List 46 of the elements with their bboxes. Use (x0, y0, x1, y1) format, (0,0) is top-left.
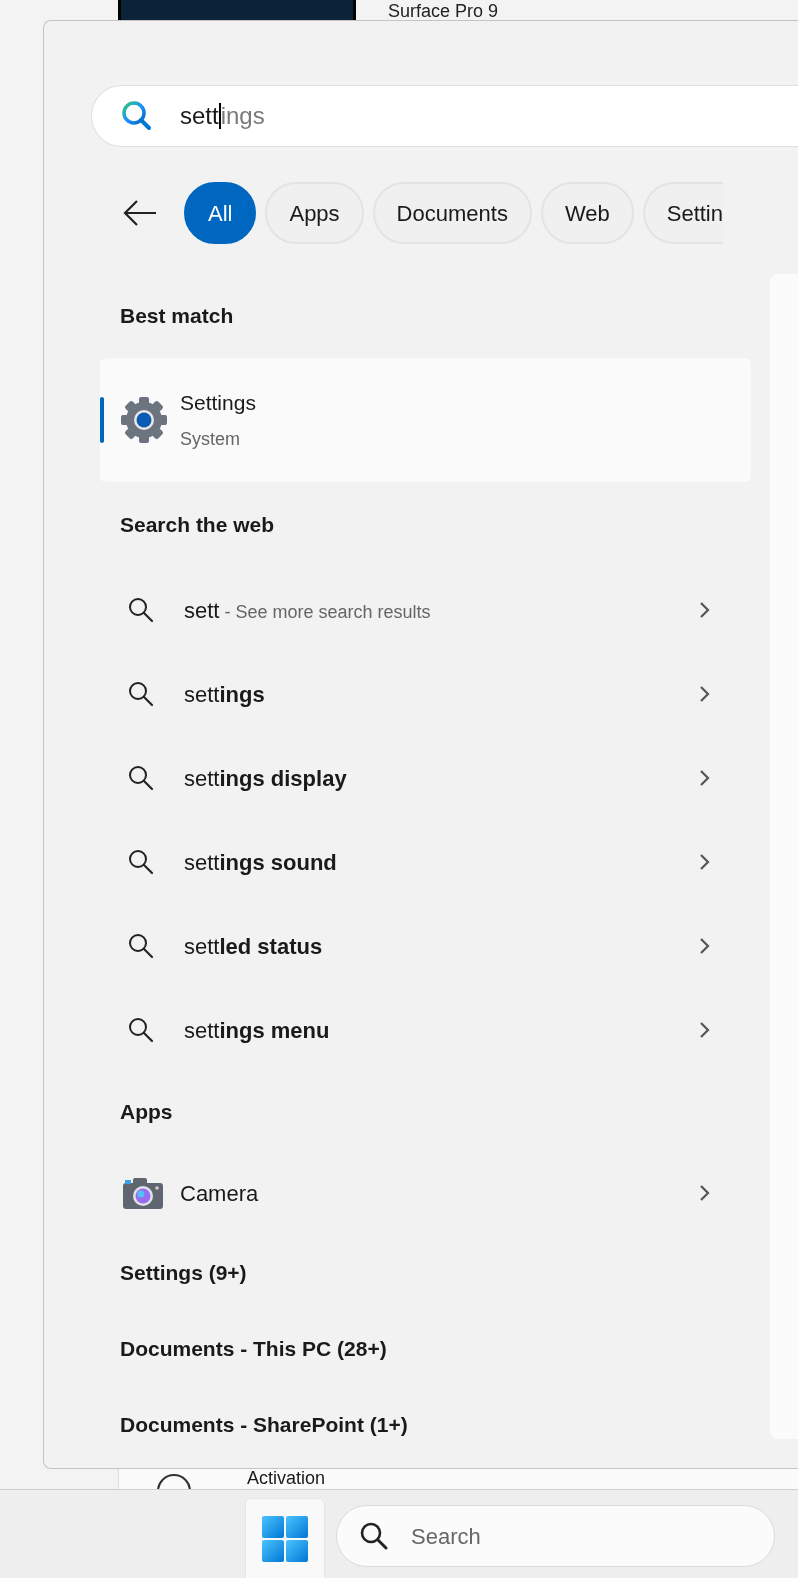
web-result[interactable]: settings menu (100, 988, 751, 1072)
search-icon (128, 849, 154, 875)
chevron-right-icon (699, 1184, 711, 1202)
search-icon (128, 681, 154, 707)
camera-icon (122, 1176, 164, 1210)
category-heading[interactable]: Documents - This PC (28+) (100, 1311, 751, 1387)
web-result[interactable]: sett - See more search results (100, 568, 751, 652)
chevron-right-icon (699, 601, 711, 619)
web-result[interactable]: settings (100, 652, 751, 736)
taskbar-search-input[interactable]: Search (409, 1518, 709, 1554)
gear-icon (118, 394, 170, 446)
section-heading: Apps (119, 1098, 174, 1125)
web-result[interactable]: settled status (100, 904, 751, 988)
start-button[interactable] (245, 1498, 325, 1578)
search-icon (359, 1521, 389, 1551)
taskbar-search-bar[interactable]: Search (336, 1505, 775, 1567)
category-heading[interactable]: Settings (9+) (100, 1235, 751, 1311)
filter-tab[interactable]: Settin (642, 182, 723, 244)
item-title: Settings (180, 389, 256, 416)
chevron-right-icon (699, 769, 711, 787)
item-title: Activation (247, 1469, 326, 1487)
search-icon (128, 933, 154, 959)
query-field[interactable]: settings (91, 85, 798, 147)
filter-tab[interactable]: Apps (265, 182, 364, 244)
category-heading[interactable]: Documents - SharePoint (1+) (100, 1387, 751, 1463)
item-title: Surface Pro 9 (388, 2, 499, 20)
web-result[interactable]: settings sound (100, 820, 751, 904)
four-squares-icon (262, 1515, 308, 1562)
search-icon (120, 99, 154, 133)
chevron-right-icon (699, 685, 711, 703)
search-icon (128, 1017, 154, 1043)
chevron-right-icon (699, 853, 711, 871)
item-subtitle: System (180, 428, 241, 452)
filter-tab[interactable]: Web (540, 182, 634, 244)
search-icon (128, 765, 154, 791)
chevron-right-icon (699, 1021, 711, 1039)
app-result[interactable]: Camera (100, 1151, 751, 1235)
result-item[interactable]: Settings System (100, 358, 751, 482)
section-heading: Best match (119, 303, 235, 330)
section-heading: Search the web (119, 512, 276, 539)
chevron-right-icon (699, 937, 711, 955)
search-icon (128, 597, 154, 623)
web-result[interactable]: settings display (100, 736, 751, 820)
back-arrow-icon (122, 198, 158, 228)
filter-tab[interactable]: All (184, 182, 257, 244)
filter-tab[interactable]: Documents (372, 182, 532, 244)
